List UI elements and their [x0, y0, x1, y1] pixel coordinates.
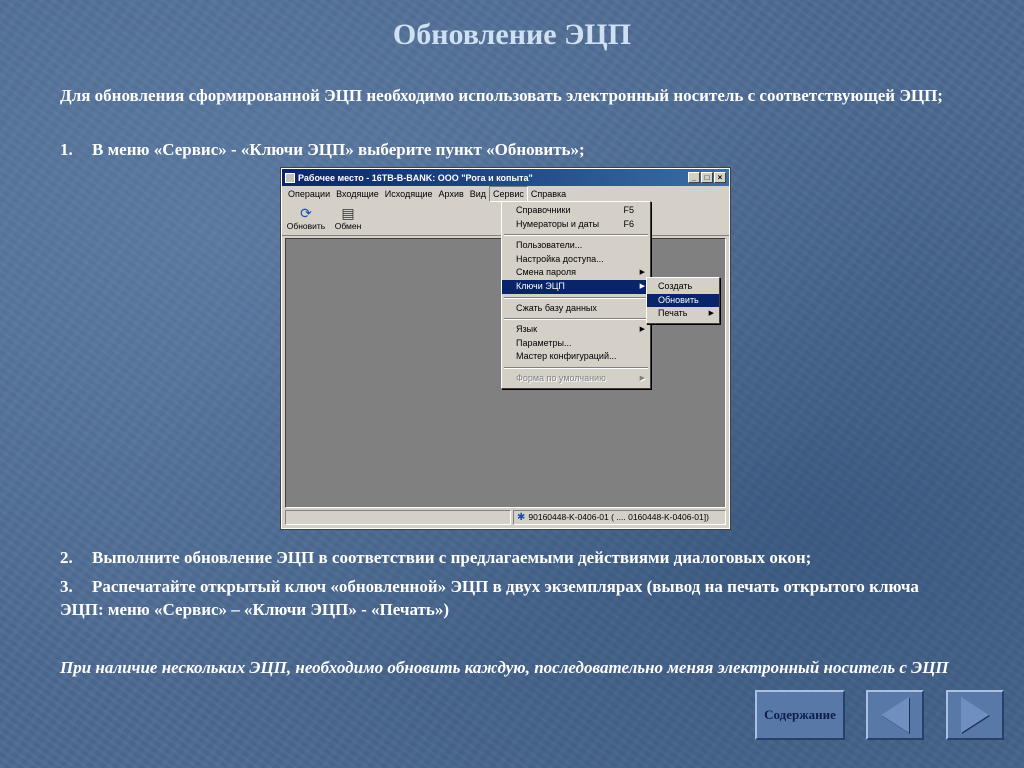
menu-separator — [504, 366, 648, 369]
exchange-icon: ▤ — [341, 205, 355, 221]
status-key-text: 90160448-K-0406-01 ( .... 0160448-K-0406… — [528, 512, 709, 522]
right-triangle-icon — [961, 697, 989, 733]
menu-item-label: Форма по умолчанию — [516, 372, 606, 383]
next-button[interactable] — [946, 690, 1004, 740]
app-window: Рабочее место - 16TB-B-BANK: ООО "Рога и… — [280, 167, 731, 530]
refresh-label: Обновить — [286, 221, 326, 231]
minimize-button[interactable]: _ — [688, 172, 700, 183]
menu-item-label: Язык — [516, 324, 538, 335]
submenu-arrow-icon: ▶ — [639, 326, 645, 334]
menu-item-label: Нумераторы и даты — [516, 218, 600, 229]
menu-item-parameters[interactable]: Параметры... — [502, 337, 650, 351]
shortcut: F5 — [623, 205, 634, 215]
intro-paragraph: Для обновления сформированной ЭЦП необхо… — [60, 86, 943, 105]
maximize-button[interactable]: □ — [701, 172, 713, 183]
menu-separator — [504, 296, 648, 299]
step-1: 1. В меню «Сервис» - «Ключи ЭЦП» выберите… — [60, 138, 960, 161]
menu-item-label: Обновить — [658, 294, 699, 305]
globe-icon: ✱ — [517, 512, 526, 523]
menu-item-default-form: Форма по умолчанию ▶ — [502, 372, 650, 386]
menu-item-change-password[interactable]: Смена пароля ▶ — [502, 266, 650, 280]
refresh-button[interactable]: ⟳ Обновить — [285, 205, 327, 231]
menu-help[interactable]: Справка — [528, 187, 569, 201]
menu-item-label: Справочники — [516, 205, 571, 215]
step-number: 2. — [60, 548, 73, 567]
submenu-item-update[interactable]: Обновить — [647, 293, 719, 308]
menu-item-label: Смена пароля — [516, 267, 576, 278]
step-2: 2. Выполните обновление ЭЦП в соответстви… — [60, 546, 960, 569]
exchange-label: Обмен — [334, 221, 362, 231]
menu-item-compress-db[interactable]: Сжать базу данных — [502, 302, 650, 316]
submenu-arrow-icon: ▶ — [639, 269, 645, 277]
menu-item-ecp-keys[interactable]: Ключи ЭЦП ▶ — [502, 279, 650, 294]
step-number: 3. — [60, 577, 73, 596]
menu-item-config-wizard[interactable]: Мастер конфигураций... — [502, 350, 650, 364]
status-right: ✱ 90160448-K-0406-01 ( .... 0160448-K-04… — [513, 510, 726, 525]
submenu-item-print[interactable]: Печать ▶ — [647, 307, 719, 321]
menu-separator — [504, 234, 648, 237]
menu-item-label: Печать — [658, 308, 688, 319]
close-button[interactable]: × — [714, 172, 726, 183]
menu-service[interactable]: Сервис — [489, 186, 528, 202]
previous-button[interactable] — [866, 690, 924, 740]
menu-item-label: Ключи ЭЦП — [516, 280, 565, 291]
step-text: Распечатайте открытый ключ «обновленной»… — [60, 577, 919, 619]
menu-outgoing[interactable]: Исходящие — [382, 187, 436, 201]
menu-item-label: Мастер конфигураций... — [516, 351, 617, 362]
submenu-arrow-icon: ▶ — [639, 282, 645, 290]
step-text: Выполните обновление ЭЦП в соответствии … — [92, 548, 812, 567]
menu-item-language[interactable]: Язык ▶ — [502, 323, 650, 337]
step-3: 3. Распечатайте открытый ключ «обновленно… — [60, 575, 960, 621]
submenu-arrow-icon: ▶ — [639, 374, 645, 382]
menu-item-access-settings[interactable]: Настройка доступа... — [502, 253, 650, 267]
menu-item-label: Настройка доступа... — [516, 253, 604, 264]
menu-item-label: Параметры... — [516, 337, 572, 348]
keys-submenu: Создать Обновить Печать ▶ — [646, 277, 720, 324]
menu-incoming[interactable]: Входящие — [333, 187, 382, 201]
menu-item-users[interactable]: Пользователи... — [502, 239, 650, 253]
exchange-button[interactable]: ▤ Обмен — [327, 205, 369, 231]
statusbar: ✱ 90160448-K-0406-01 ( .... 0160448-K-04… — [285, 510, 726, 526]
refresh-icon: ⟳ — [300, 205, 312, 221]
menu-item-label: Создать — [658, 281, 693, 291]
service-menu: Справочники F5 Нумераторы и даты F6 Пользо… — [501, 201, 651, 389]
left-triangle-icon — [881, 697, 909, 733]
menu-item-label: Пользователи... — [516, 240, 583, 251]
submenu-arrow-icon: ▶ — [708, 310, 714, 318]
menu-item-label: Сжать базу данных — [516, 302, 597, 313]
contents-label: Содержание — [764, 707, 836, 722]
menu-view[interactable]: Вид — [467, 187, 489, 201]
window-titlebar: Рабочее место - 16TB-B-BANK: ООО "Рога и… — [282, 169, 729, 186]
contents-button[interactable]: Содержание — [755, 690, 845, 740]
menu-item-numerators[interactable]: Нумераторы и даты F6 — [502, 218, 650, 232]
submenu-item-create[interactable]: Создать — [647, 280, 719, 294]
menu-item-directories[interactable]: Справочники F5 — [502, 204, 650, 218]
status-left — [285, 510, 511, 525]
step-number: 1. — [60, 140, 73, 159]
menu-archive[interactable]: Архив — [436, 187, 467, 201]
step-text: В меню «Сервис» - «Ключи ЭЦП» выберите п… — [92, 140, 585, 159]
window-title: Рабочее место - 16TB-B-BANK: ООО "Рога и… — [298, 172, 533, 183]
slide-title: Обновление ЭЦП — [392, 18, 632, 51]
note-paragraph: При наличие нескольких ЭЦП, необходимо о… — [60, 658, 949, 677]
menu-separator — [504, 318, 648, 321]
menu-operations[interactable]: Операции — [285, 187, 333, 201]
app-icon — [285, 172, 295, 183]
menubar: Операции Входящие Исходящие Архив Вид Се… — [282, 186, 729, 202]
shortcut: F6 — [623, 218, 634, 229]
